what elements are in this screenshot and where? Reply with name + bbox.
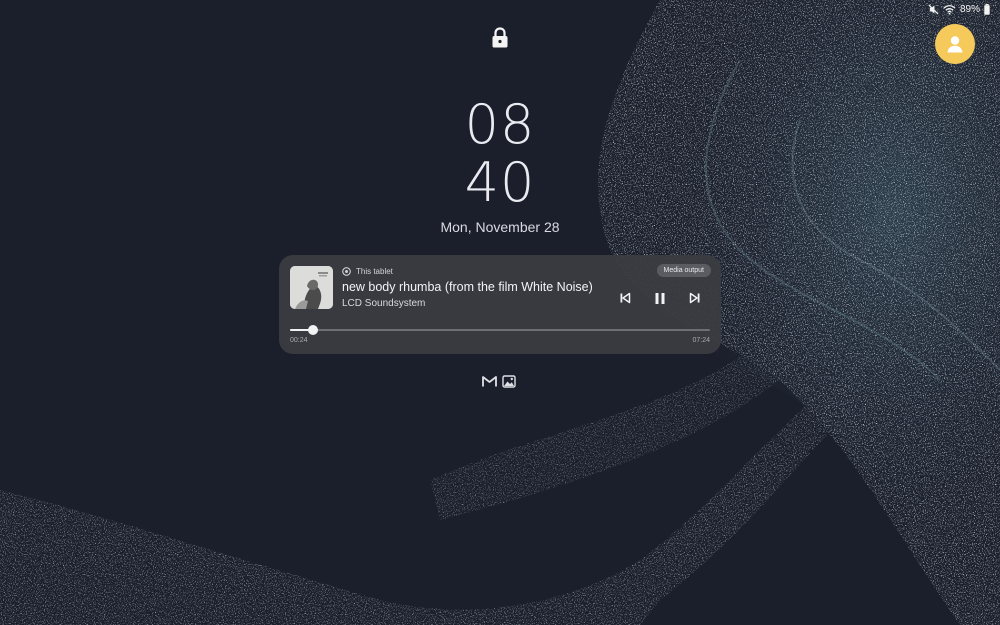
previous-button[interactable] [617, 290, 633, 306]
album-art-image [290, 266, 333, 309]
pause-icon [655, 292, 665, 304]
time-duration: 07:24 [692, 337, 710, 344]
media-source: This tablet [342, 267, 393, 276]
album-art [290, 266, 333, 309]
lock-screen: 89% 08 40 Mon, November 28 This tablet M… [0, 0, 1000, 625]
progress-thumb[interactable] [308, 325, 318, 335]
user-avatar-button[interactable] [935, 24, 975, 64]
track-title: new body rhumba (from the film White Noi… [342, 280, 593, 294]
lock-clock: 08 40 [0, 96, 1000, 212]
track-artist: LCD Soundsystem [342, 298, 426, 309]
status-bar: 89% [928, 4, 990, 15]
progress-slider[interactable] [290, 325, 710, 335]
gallery-icon[interactable] [502, 375, 517, 388]
speaker-icon [342, 267, 351, 276]
time-elapsed: 00:24 [290, 337, 308, 344]
media-output-button[interactable]: Media output [656, 264, 711, 277]
clock-minutes: 40 [464, 151, 536, 214]
media-player-card[interactable]: This tablet Media output new body rhumba… [279, 255, 721, 354]
notification-icons [482, 375, 517, 388]
user-icon [947, 36, 963, 53]
lock-icon[interactable] [491, 27, 509, 49]
battery-icon [984, 4, 990, 15]
lock-date: Mon, November 28 [440, 219, 560, 235]
media-source-label: This tablet [356, 267, 393, 276]
mute-icon [928, 4, 939, 15]
next-button[interactable] [687, 290, 703, 306]
next-icon [689, 292, 700, 304]
previous-icon [620, 292, 631, 304]
battery-percent: 89% [959, 4, 980, 15]
gmail-icon[interactable] [482, 375, 497, 388]
pause-button[interactable] [652, 290, 668, 306]
wifi-icon [943, 5, 956, 15]
clock-hours: 08 [464, 93, 536, 156]
